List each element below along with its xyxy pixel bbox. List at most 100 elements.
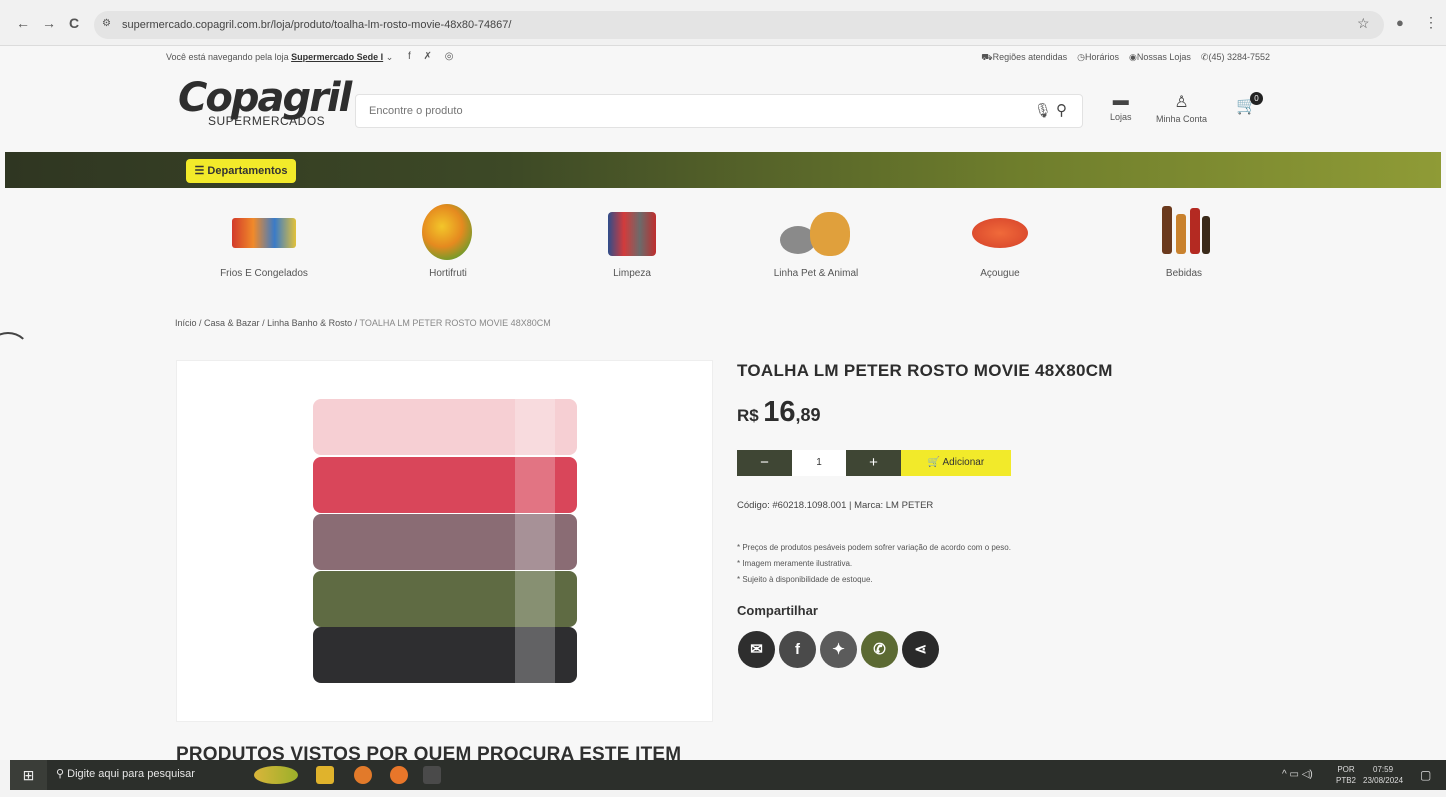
- facebook-icon: f: [795, 641, 800, 658]
- meat-image: [960, 200, 1040, 262]
- search-icon[interactable]: ⚲: [1056, 101, 1067, 119]
- email-icon: ✉: [750, 641, 763, 658]
- quantity-increase-button[interactable]: +: [846, 450, 901, 476]
- quantity-decrease-button[interactable]: −: [737, 450, 792, 476]
- chevron-down-icon: ⌄: [385, 52, 394, 62]
- bookmark-star-icon[interactable]: ☆: [1357, 15, 1370, 32]
- store-icon: ▬: [1112, 92, 1129, 109]
- page: Você está navegando pela loja Supermerca…: [0, 46, 1446, 760]
- category-limpeza[interactable]: Limpeza: [552, 196, 712, 279]
- price-decimal: ,89: [795, 405, 821, 425]
- address-bar[interactable]: supermercado.copagril.com.br/loja/produt…: [94, 11, 1384, 39]
- notifications-icon[interactable]: ▢: [1420, 768, 1431, 782]
- weather-widget-icon[interactable]: [254, 766, 298, 784]
- category-bebidas[interactable]: Bebidas: [1104, 196, 1264, 279]
- store-prefix: Você está navegando pela loja: [166, 52, 289, 62]
- product-price: R$ 16,89: [737, 396, 820, 429]
- taskbar-search[interactable]: ⚲ Digite aqui para pesquisar: [56, 767, 195, 780]
- share-email-button[interactable]: ✉: [738, 631, 775, 668]
- social-icons[interactable]: f ✗ ◎: [408, 51, 458, 62]
- stores-button[interactable]: ▬ Lojas: [1110, 92, 1132, 122]
- system-tray-icons[interactable]: ^ ▭ ◁): [1282, 769, 1313, 780]
- share-facebook-button[interactable]: f: [779, 631, 816, 668]
- note-image: * Imagem meramente ilustrativa.: [737, 559, 853, 568]
- language-indicator[interactable]: POR PTB2: [1336, 764, 1356, 786]
- store-name[interactable]: Supermercado Sede I: [291, 52, 383, 62]
- hours-link[interactable]: ◷Horários: [1077, 52, 1119, 64]
- breadcrumb-current: TOALHA LM PETER ROSTO MOVIE 48X80CM: [359, 318, 551, 328]
- top-links: ⛟Regiões atendidas ◷Horários ◉Nossas Loj…: [981, 52, 1270, 64]
- product-title: TOALHA LM PETER ROSTO MOVIE 48X80CM: [737, 361, 1113, 380]
- clock[interactable]: 07:59 23/08/2024: [1363, 764, 1403, 786]
- search-input[interactable]: [355, 94, 1083, 128]
- firefox-icon[interactable]: [390, 766, 408, 784]
- note-stock: * Sujeito à disponibilidade de estoque.: [737, 575, 873, 584]
- breadcrumb-linha-banho[interactable]: Linha Banho & Rosto: [267, 318, 352, 328]
- category-row: Frios E Congelados Hortifruti Limpeza Li…: [170, 196, 1280, 288]
- truck-icon: ⛟: [981, 52, 993, 62]
- forward-arrow-icon[interactable]: →: [42, 15, 56, 31]
- departments-button[interactable]: ☰ Departamentos: [186, 159, 296, 183]
- category-pet[interactable]: Linha Pet & Animal: [736, 196, 896, 279]
- search-icon: ⚲: [56, 768, 65, 780]
- regions-link[interactable]: ⛟Regiões atendidas: [981, 52, 1067, 64]
- logo[interactable]: Copagril SUPERMERCADOS: [178, 76, 352, 128]
- pets-image: [776, 200, 856, 262]
- site-settings-icon[interactable]: ⚙: [102, 18, 111, 29]
- towel-mauve: [313, 514, 577, 570]
- user-icon: ♙: [1174, 94, 1189, 111]
- add-to-cart-button[interactable]: 🛒 Adicionar: [901, 450, 1011, 476]
- app-icon[interactable]: [423, 766, 441, 784]
- back-arrow-icon[interactable]: ←: [16, 15, 30, 31]
- beverages-image: [1144, 200, 1224, 262]
- profile-icon[interactable]: ●: [1396, 15, 1404, 30]
- account-button[interactable]: ♙ Minha Conta: [1156, 92, 1207, 124]
- phone-link[interactable]: ✆(45) 3284-7552: [1201, 52, 1270, 64]
- file-explorer-icon[interactable]: [316, 766, 334, 784]
- browser-menu-icon[interactable]: ⋮: [1424, 14, 1438, 31]
- clock-icon: ◷: [1077, 52, 1085, 62]
- breadcrumb-home[interactable]: Início: [175, 318, 197, 328]
- towel-pink: [313, 399, 577, 455]
- microphone-icon[interactable]: 🎙: [1034, 102, 1052, 119]
- share-whatsapp-button[interactable]: ✆: [861, 631, 898, 668]
- category-acougue[interactable]: Açougue: [920, 196, 1080, 279]
- price-currency: R$: [737, 406, 759, 425]
- our-stores-link[interactable]: ◉Nossas Lojas: [1129, 52, 1191, 64]
- breadcrumb-casa-bazar[interactable]: Casa & Bazar: [204, 318, 260, 328]
- note-weight: * Preços de produtos pesáveis podem sofr…: [737, 543, 1011, 552]
- price-integer: 16: [763, 396, 796, 428]
- pin-icon: ◉: [1129, 52, 1137, 62]
- whatsapp-icon: ✆: [873, 641, 886, 658]
- share-more-button[interactable]: ⋖: [902, 631, 939, 668]
- frozen-food-image: [224, 200, 304, 262]
- stores-label: Lojas: [1110, 112, 1132, 122]
- list-icon: ☰: [194, 165, 205, 177]
- share-heading: Compartilhar: [737, 603, 818, 618]
- product-code: Código: #60218.1098.001 | Marca: LM PETE…: [737, 500, 934, 511]
- fruits-image: [408, 200, 488, 262]
- scroll-indicator: [0, 332, 30, 372]
- share-twitter-button[interactable]: ✦: [820, 631, 857, 668]
- towel-charcoal: [313, 627, 577, 683]
- breadcrumb: Início / Casa & Bazar / Linha Banho & Ro…: [175, 318, 551, 328]
- towel-olive: [313, 571, 577, 627]
- share-icon: ⋖: [914, 641, 927, 658]
- product-image-card[interactable]: [176, 360, 713, 722]
- cleaning-products-image: [592, 200, 672, 262]
- cart-icon: 🛒: [927, 457, 941, 468]
- browser-toolbar: ← → C supermercado.copagril.com.br/loja/…: [0, 0, 1446, 46]
- reload-icon[interactable]: C: [69, 15, 79, 31]
- store-selector[interactable]: Você está navegando pela loja Supermerca…: [166, 52, 393, 63]
- category-frios[interactable]: Frios E Congelados: [184, 196, 344, 279]
- cart-count-badge: 0: [1250, 92, 1263, 105]
- chrome-icon[interactable]: [354, 766, 372, 784]
- windows-start-icon[interactable]: ⊞: [10, 760, 47, 790]
- twitter-icon: ✦: [832, 641, 845, 658]
- taskbar: ⊞ ⚲ Digite aqui para pesquisar ^ ▭ ◁) PO…: [10, 760, 1446, 790]
- category-hortifruti[interactable]: Hortifruti: [368, 196, 528, 279]
- quantity-input[interactable]: 1: [792, 450, 846, 476]
- section-title: PRODUTOS VISTOS POR QUEM PROCURA ESTE IT…: [176, 744, 682, 760]
- account-label: Minha Conta: [1156, 114, 1208, 124]
- product-notes: * Preços de produtos pesáveis podem sofr…: [737, 540, 1011, 588]
